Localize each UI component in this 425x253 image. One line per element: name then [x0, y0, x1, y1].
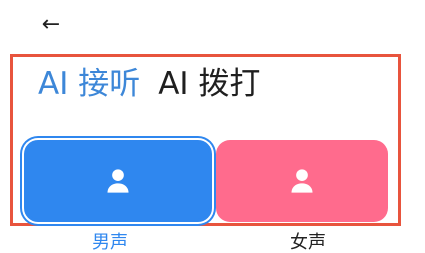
female-voice-button[interactable]: [216, 140, 388, 222]
male-voice-button[interactable]: [24, 140, 212, 222]
back-button[interactable]: ←: [36, 10, 66, 40]
female-voice-label: 女声: [290, 232, 326, 253]
person-icon: [107, 169, 129, 193]
voice-mode-tabs: AI 接听 AI 拨打: [38, 62, 260, 106]
arrow-left-icon: ←: [41, 12, 61, 37]
tab-ai-answer[interactable]: AI 接听: [38, 62, 140, 106]
tab-ai-dial[interactable]: AI 拨打: [158, 62, 260, 106]
male-voice-label: 男声: [92, 232, 128, 253]
person-icon: [291, 169, 313, 193]
